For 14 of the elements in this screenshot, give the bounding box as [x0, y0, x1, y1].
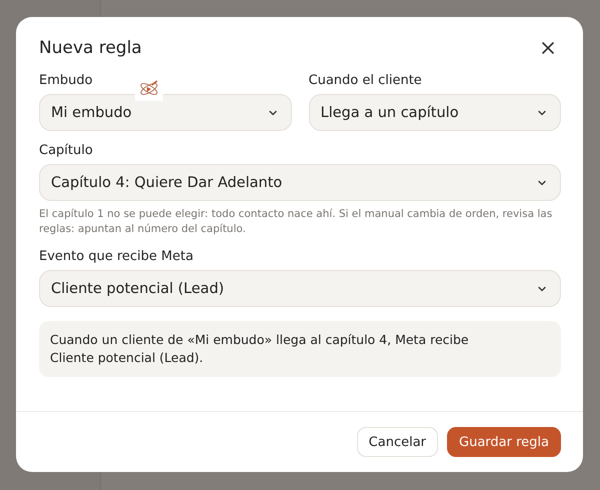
- field-label: Capítulo: [39, 143, 94, 158]
- select-field[interactable]: Llega a un capítulo: [308, 94, 561, 131]
- cancel-button[interactable]: Cancelar: [356, 427, 438, 457]
- dialog-title: Nueva regla: [39, 38, 142, 58]
- help-text: El capítulo 1 no se puede elegir: todo contacto nace ahí. Si el manual cambia de orden, revisa las reglas: apuntan al número del capítulo.: [39, 207, 554, 237]
- select-field[interactable]: Cliente potencial (Lead): [39, 270, 561, 307]
- select-field[interactable]: Mi embudo: [39, 94, 292, 131]
- field-label: Evento que recibe Meta: [39, 249, 194, 264]
- close-icon: [541, 41, 555, 55]
- save-button[interactable]: Guardar regla: [447, 427, 561, 457]
- select-field[interactable]: Capítulo 4: Quiere Dar Adelanto: [39, 164, 561, 201]
- field-label: Cuando el cliente: [308, 73, 423, 88]
- summary-text: Cuando un cliente de «Mi embudo» llega al capítulo 4, Meta recibe Cliente potencial (Lead).: [39, 321, 561, 377]
- field-label: Embudo: [39, 73, 94, 88]
